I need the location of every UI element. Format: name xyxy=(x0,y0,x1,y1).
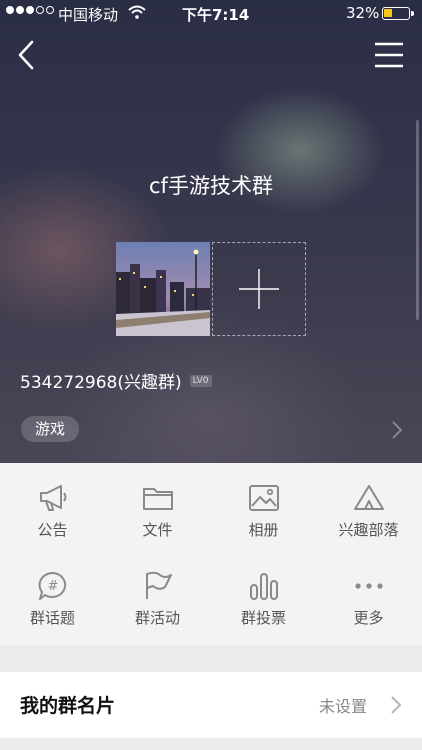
feature-label: 更多 xyxy=(353,609,384,627)
wifi-icon xyxy=(128,5,146,19)
menu-icon[interactable] xyxy=(372,40,406,70)
photo-album-icon xyxy=(249,485,279,511)
signal-strength-icon xyxy=(6,6,54,14)
chevron-right-icon xyxy=(391,696,402,714)
feature-label: 公告 xyxy=(37,521,68,539)
megaphone-icon xyxy=(40,485,67,511)
my-group-card-value: 未设置 xyxy=(319,697,368,716)
group-name: cf手游技术群 xyxy=(149,174,273,198)
feature-activities[interactable]: 群活动 xyxy=(105,551,210,631)
group-number: 534272968(兴趣群) xyxy=(20,373,182,393)
feature-topics[interactable]: # 群话题 xyxy=(0,551,105,631)
scroll-indicator xyxy=(416,120,419,320)
feature-album[interactable]: 相册 xyxy=(211,463,316,543)
add-photo-button[interactable] xyxy=(212,242,306,336)
level-badge: LV0 xyxy=(189,374,212,387)
feature-label: 群活动 xyxy=(134,609,180,627)
battery-icon xyxy=(382,7,414,20)
feature-label: 相册 xyxy=(248,521,279,539)
feature-vote[interactable]: 群投票 xyxy=(211,551,316,631)
topic-bubble-icon: # xyxy=(38,571,67,600)
feature-label: 文件 xyxy=(142,521,173,539)
svg-text:#: # xyxy=(48,579,59,594)
more-dots-icon xyxy=(355,583,383,589)
feature-label: 群话题 xyxy=(29,609,75,627)
feature-grid: 公告 文件 相册 兴趣部落 # 群话题 群活动 群投票 更多 xyxy=(0,463,422,645)
feature-announcement[interactable]: 公告 xyxy=(0,463,105,543)
tent-icon xyxy=(354,485,384,510)
feature-label: 群投票 xyxy=(240,609,286,627)
group-header: 中国移动 下午7:14 32% cf手游技术群 534272968(兴趣群) L… xyxy=(0,0,422,463)
feature-files[interactable]: 文件 xyxy=(105,463,210,543)
status-bar: 中国移动 下午7:14 32% xyxy=(0,0,422,30)
clock: 下午7:14 xyxy=(182,6,250,24)
chevron-right-icon[interactable] xyxy=(390,420,404,440)
my-group-card-row[interactable]: 我的群名片 未设置 xyxy=(0,672,422,738)
group-photo-thumbnail[interactable] xyxy=(116,242,210,336)
plus-icon xyxy=(239,269,279,309)
flag-icon xyxy=(146,571,172,599)
bar-chart-icon xyxy=(250,573,278,600)
back-icon[interactable] xyxy=(12,38,42,72)
group-id-row: 534272968(兴趣群) LV0 xyxy=(20,368,212,393)
category-tag[interactable]: 游戏 xyxy=(21,416,80,442)
feature-label: 兴趣部落 xyxy=(338,521,399,539)
feature-interest-tribe[interactable]: 兴趣部落 xyxy=(316,463,421,543)
carrier-name: 中国移动 xyxy=(58,6,119,24)
folder-icon xyxy=(143,488,173,510)
my-group-card-label: 我的群名片 xyxy=(20,695,116,717)
battery-percent: 32% xyxy=(346,4,380,22)
feature-more[interactable]: 更多 xyxy=(316,551,421,631)
